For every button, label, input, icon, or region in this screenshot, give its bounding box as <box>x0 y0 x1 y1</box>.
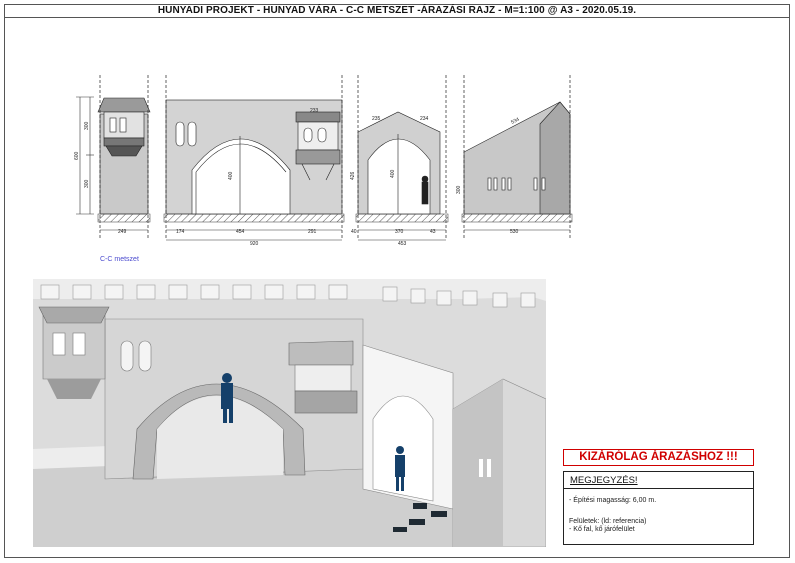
pricing-only-warning: KIZÁRÓLAG ÁRAZÁSHOZ !!! <box>563 449 754 466</box>
dim-400-b: 400 <box>390 169 396 178</box>
note-line-height: - Építési magasság: 6,00 m. <box>569 497 657 504</box>
dim-454: 454 <box>236 229 245 235</box>
dim-370: 370 <box>395 229 404 235</box>
dim-40: 40 <box>351 229 357 235</box>
section-caption: C-C metszet <box>100 256 139 263</box>
note-box: MEGJEGYZÉS! - Építési magasság: 6,00 m. … <box>563 471 754 545</box>
dim-249: 249 <box>118 229 127 235</box>
dim-233: 233 <box>310 108 319 114</box>
elevation-tower <box>97 97 151 215</box>
elevation-gate-wall <box>165 99 343 215</box>
bottom-dimensions <box>100 229 570 241</box>
dim-43: 43 <box>430 229 436 235</box>
note-line-surfaces: Felületek: (ld: referencia) <box>569 518 647 525</box>
note-line-stone: - Kő fal, kő járófelület <box>569 526 635 533</box>
perspective-render <box>33 279 546 547</box>
elevation-arch <box>357 111 441 215</box>
render-illustration <box>33 279 546 547</box>
dim-453: 453 <box>398 241 407 247</box>
dim-920: 920 <box>250 241 259 247</box>
dim-174: 174 <box>176 229 185 235</box>
dim-300-lower: 300 <box>84 179 90 188</box>
dim-400: 400 <box>228 171 234 180</box>
dim-300-house: 300 <box>456 185 462 194</box>
note-divider <box>564 488 753 489</box>
dim-426: 426 <box>350 171 356 180</box>
dim-530: 530 <box>510 229 519 235</box>
dim-600: 600 <box>74 151 80 160</box>
dim-234: 234 <box>420 116 429 122</box>
note-heading: MEGJEGYZÉS! <box>570 475 638 486</box>
dim-235: 235 <box>372 116 381 122</box>
dim-300-upper: 300 <box>84 121 90 130</box>
dim-291: 291 <box>308 229 317 235</box>
